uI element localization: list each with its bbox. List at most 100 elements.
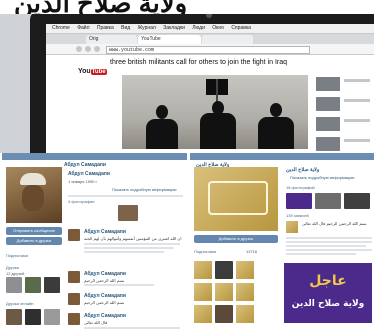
friend-avatar[interactable] bbox=[25, 309, 41, 325]
video-title: three british militants call for others … bbox=[110, 59, 288, 66]
youtube-logo-you: You bbox=[78, 68, 91, 75]
followers-count: 13716 bbox=[246, 249, 258, 254]
person-figure bbox=[270, 103, 282, 117]
followers-label[interactable]: Подписчики bbox=[194, 249, 216, 254]
person-figure bbox=[156, 105, 168, 119]
youtube-logo[interactable]: YouTube bbox=[78, 60, 107, 75]
join-group-button[interactable]: Добавить в друзья bbox=[194, 235, 278, 243]
vk-header-bar bbox=[2, 153, 187, 160]
related-video-title bbox=[344, 139, 370, 142]
post-text-line bbox=[286, 237, 372, 239]
post-text-line bbox=[84, 284, 154, 286]
photo-thumb[interactable] bbox=[315, 193, 341, 209]
related-video-thumb[interactable] bbox=[316, 97, 340, 111]
related-video-thumb[interactable] bbox=[316, 77, 340, 91]
calligraphy-emblem-icon bbox=[208, 181, 268, 215]
post-avatar bbox=[68, 229, 80, 241]
member-avatar[interactable] bbox=[215, 305, 233, 323]
show-details-link[interactable]: Показать подробную информацию bbox=[290, 175, 355, 180]
friend-avatar[interactable] bbox=[44, 309, 60, 325]
post-text-line bbox=[84, 247, 174, 249]
reload-icon[interactable] bbox=[94, 46, 100, 52]
post-author[interactable]: Абдул Самадапи bbox=[84, 293, 126, 299]
menu-item-bookmarks[interactable]: Закладки bbox=[163, 24, 185, 33]
profile-photo[interactable] bbox=[6, 167, 62, 223]
menu-item-history[interactable]: Журнал bbox=[138, 24, 156, 33]
menu-item-window[interactable]: Окно bbox=[212, 24, 224, 33]
member-avatar[interactable] bbox=[194, 283, 212, 301]
post-text-line bbox=[84, 327, 180, 329]
vk-profile-page: Абдул Самадапи Отправить сообщение Добав… bbox=[2, 153, 187, 335]
member-avatar[interactable] bbox=[194, 261, 212, 279]
browser-toolbar: www.youtube.com bbox=[46, 44, 374, 55]
browser-tabbar: Orig YouTube bbox=[46, 34, 374, 44]
menu-item-view[interactable]: Вид bbox=[121, 24, 130, 33]
related-video-thumb[interactable] bbox=[316, 117, 340, 131]
post-text: بسم الله الرحمن الرحيم bbox=[84, 300, 125, 305]
send-message-button[interactable]: Отправить сообщение bbox=[6, 227, 62, 235]
post-text: ان الله اشترى من المؤمنين أنفسهم وأمواله… bbox=[84, 236, 182, 241]
posts-count-label[interactable]: 139 записей bbox=[286, 213, 309, 218]
group-name: ولاية صلاح الدين bbox=[286, 167, 320, 173]
urgent-news-banner[interactable]: عاجل ولاية صلاح الدين bbox=[284, 263, 372, 323]
friends-label[interactable]: Друзья bbox=[6, 265, 19, 270]
group-logo[interactable] bbox=[194, 167, 278, 231]
post-avatar bbox=[286, 221, 298, 233]
mac-menubar: Chrome Файл Правка Вид Журнал Закладки Л… bbox=[46, 24, 374, 34]
related-video-thumb[interactable] bbox=[316, 137, 340, 151]
post-author[interactable]: Абдул Самадапи bbox=[84, 313, 126, 319]
photos-label[interactable]: 18 фотографий bbox=[286, 185, 315, 190]
headwrap-image bbox=[20, 173, 46, 185]
post-author[interactable]: Абдул Самадапи bbox=[84, 229, 126, 235]
menu-item-help[interactable]: Справка bbox=[231, 24, 251, 33]
friend-avatar[interactable] bbox=[44, 277, 60, 293]
post-text: بسم الله الرحمن الرحيم قال الله تعالى bbox=[302, 221, 367, 226]
photos-label[interactable]: 4 фотографии bbox=[68, 199, 94, 204]
photo-thumb[interactable] bbox=[118, 205, 138, 221]
page-title: Абдул Самадапи bbox=[64, 162, 106, 168]
browser-tab-active[interactable]: YouTube bbox=[138, 35, 201, 44]
video-player[interactable] bbox=[122, 75, 308, 149]
photo-thumb[interactable] bbox=[286, 193, 312, 209]
friend-avatar[interactable] bbox=[25, 277, 41, 293]
friend-avatar[interactable] bbox=[6, 277, 22, 293]
member-avatar[interactable] bbox=[236, 305, 254, 323]
member-avatar[interactable] bbox=[236, 283, 254, 301]
show-details-link[interactable]: Показать подробную информацию bbox=[112, 187, 177, 192]
birthday-text: 1 января 1990 г. bbox=[68, 179, 98, 184]
address-bar[interactable]: www.youtube.com bbox=[106, 46, 310, 54]
banner-headline: عاجل bbox=[309, 273, 347, 289]
member-avatar[interactable] bbox=[215, 283, 233, 301]
face-image bbox=[22, 185, 44, 211]
post-avatar bbox=[68, 293, 80, 305]
friends-count: 12 друзей bbox=[6, 271, 25, 276]
browser-tab[interactable]: Orig bbox=[86, 35, 137, 44]
add-friend-button[interactable]: Добавить в друзья bbox=[6, 237, 62, 245]
post-text-line bbox=[286, 241, 372, 243]
menu-item-edit[interactable]: Правка bbox=[97, 24, 114, 33]
youtube-page: YouTube three british militants call for… bbox=[46, 55, 374, 153]
related-video-title bbox=[344, 99, 370, 102]
vk-header-bar bbox=[190, 153, 374, 160]
headline-text: ولاية صلاح الدين bbox=[14, 0, 187, 14]
person-figure bbox=[146, 119, 178, 149]
vk-group-page: ولاية صلاح الدين Добавить в друзья Подпи… bbox=[190, 153, 374, 335]
post-text-line bbox=[84, 243, 180, 245]
post-avatar bbox=[68, 271, 80, 283]
online-friends-label[interactable]: Друзья онлайн bbox=[6, 301, 34, 306]
post-author[interactable]: Абдул Самадапи bbox=[84, 271, 126, 277]
browser-tab[interactable] bbox=[202, 35, 253, 44]
subscribers-label[interactable]: Подписчики bbox=[6, 253, 28, 258]
menu-item-people[interactable]: Люди bbox=[192, 24, 205, 33]
menu-item-file[interactable]: Файл bbox=[77, 24, 89, 33]
member-avatar[interactable] bbox=[215, 261, 233, 279]
member-avatar[interactable] bbox=[194, 305, 212, 323]
forward-icon[interactable] bbox=[85, 46, 91, 52]
photo-thumb[interactable] bbox=[344, 193, 370, 209]
back-icon[interactable] bbox=[76, 46, 82, 52]
menu-item-chrome[interactable]: Chrome bbox=[52, 24, 70, 33]
member-avatar[interactable] bbox=[236, 261, 254, 279]
friend-avatar[interactable] bbox=[6, 309, 22, 325]
person-figure bbox=[200, 113, 236, 149]
person-figure bbox=[258, 117, 294, 149]
